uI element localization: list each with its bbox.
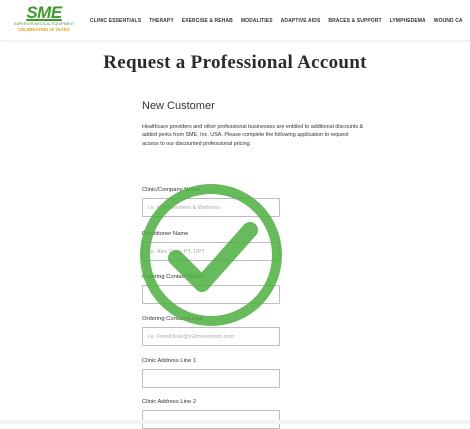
logo-celebrating: CELEBRATING 30 YEARS (18, 27, 70, 32)
nav-item-adaptive-aids[interactable]: ADAPTIVE AIDS (281, 15, 321, 27)
clinic-company-name-input[interactable] (142, 198, 280, 217)
ordering-contact-name-input[interactable] (142, 285, 280, 304)
intro-text: Healthcare providers and other professio… (142, 124, 364, 147)
nav-item-therapy[interactable]: THERAPY (149, 15, 174, 27)
sme-logo[interactable]: SME SUPERIOR MEDICAL EQUIPMENT CELEBRATI… (4, 3, 84, 33)
site-header: SME SUPERIOR MEDICAL EQUIPMENT CELEBRATI… (0, 0, 470, 41)
practitioner-name-input[interactable] (142, 242, 280, 261)
nav-item-wound-care[interactable]: WOUND CA (434, 15, 463, 27)
field-clinic-address-line-1: Clinic Address Line 1 (142, 349, 280, 388)
field-ordering-contact-name: Ordering Contact Name (142, 265, 280, 304)
professional-account-form: New Customer Healthcare providers and ot… (142, 100, 372, 429)
nav-item-exercise-rehab[interactable]: EXERCISE & REHAB (182, 15, 233, 27)
field-label: Clinic/Company Name (142, 187, 200, 193)
field-label: Clinic Address Line 2 (142, 399, 197, 405)
field-label: Ordering Contact Email (142, 316, 203, 322)
nav-item-lymphedema[interactable]: LYMPHEDEMA (390, 15, 426, 27)
section-title: New Customer (142, 100, 215, 112)
nav-item-modalities[interactable]: MODALITIES (241, 15, 273, 27)
page-title: Request a Professional Account (103, 52, 367, 73)
ordering-contact-email-input[interactable] (142, 327, 280, 346)
nav-item-braces-support[interactable]: BRACES & SUPPORT (328, 15, 381, 27)
field-label: Clinic Address Line 1 (142, 358, 197, 364)
field-ordering-contact-email: Ordering Contact Email (142, 307, 280, 346)
clinic-address-line-1-input[interactable] (142, 369, 280, 388)
main-nav: CLINIC ESSENTIALS THERAPY EXERCISE & REH… (90, 15, 463, 27)
nav-item-clinic-essentials[interactable]: CLINIC ESSENTIALS (90, 15, 141, 27)
field-label: Practitioner Name (142, 231, 189, 237)
logo-mark: SME (26, 3, 62, 22)
field-clinic-company-name: Clinic/Company Name (142, 178, 280, 217)
field-label: Ordering Contact Name (142, 274, 204, 280)
field-practitioner-name: Practitioner Name (142, 222, 280, 261)
page-bottom-edge (0, 420, 470, 424)
